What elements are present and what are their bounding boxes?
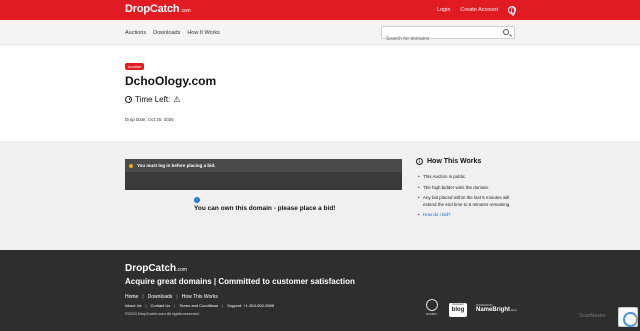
recaptcha-icon[interactable] xyxy=(618,307,638,327)
how-title-text: How This Works xyxy=(427,158,482,165)
footer: DropCatch.com Acquire great domains | Co… xyxy=(0,250,640,331)
nav-item-downloads[interactable]: Downloads xyxy=(153,30,180,36)
time-left: Time Left: ⚠ xyxy=(125,95,180,104)
footer-link-contact[interactable]: Contact Us xyxy=(151,303,171,308)
nav-item-auctions[interactable]: Auctions xyxy=(125,30,146,36)
footer-brand-name: DropCatch xyxy=(125,263,177,274)
create-account-link[interactable]: Create Account xyxy=(460,7,498,13)
how-this-works-title: i How This Works xyxy=(416,158,481,165)
watermark-text: ScanMaster xyxy=(579,313,606,319)
footer-link-home[interactable]: Home xyxy=(125,294,138,300)
own-domain-message: You can own this domain - please place a… xyxy=(194,205,336,212)
login-notice-box: You must log in before placing a bid. xyxy=(125,159,402,190)
footer-brand-suffix: .com xyxy=(176,267,187,273)
list-item: How do I bid? xyxy=(418,212,518,219)
footer-link-terms[interactable]: Terms and Conditions xyxy=(179,303,218,308)
list-item: Any bid placed within the last 5 minutes… xyxy=(418,195,518,208)
login-notice-text: You must log in before placing a bid. xyxy=(137,163,216,168)
footer-link-downloads[interactable]: Downloads xyxy=(148,294,173,300)
alarm-clock-icon xyxy=(125,96,132,103)
alert-dot-icon xyxy=(129,163,133,168)
auction-badge: Auction xyxy=(125,63,145,70)
drop-date: Drop Date: Oct 20, 2025 xyxy=(125,117,174,122)
time-left-label: Time Left: xyxy=(135,95,171,104)
footer-link-about[interactable]: About Us xyxy=(125,303,141,308)
nav-item-how-it-works[interactable]: How It Works xyxy=(187,30,220,36)
list-item: The high bidder wins the domain. xyxy=(418,185,518,192)
footer-support-phone[interactable]: Support: +1-303-502-9598 xyxy=(227,303,274,308)
search-box xyxy=(381,26,515,45)
brand-suffix: .com xyxy=(180,8,191,14)
login-notice-bar: You must log in before placing a bid. xyxy=(125,159,402,172)
footer-tagline: Acquire great domains | Committed to cus… xyxy=(125,277,355,286)
icann-text: ICANN xyxy=(426,312,437,316)
login-link[interactable]: Login xyxy=(437,7,450,13)
brand-name: DropCatch xyxy=(125,3,180,15)
footer-copyright: ©2020 DropCatch.com All rights reserved. xyxy=(125,311,200,316)
how-this-works-list: This Auction is public. The high bidder … xyxy=(418,174,518,223)
globe-icon[interactable] xyxy=(508,6,516,16)
icann-logo[interactable]: ICANN xyxy=(423,299,440,319)
how-do-i-bid-link[interactable]: How do I bid? xyxy=(423,212,451,217)
footer-secondary-links: About Us | Contact Us | Terms and Condit… xyxy=(125,303,275,308)
icann-globe-icon xyxy=(425,299,438,311)
info-circle-icon: i xyxy=(416,158,423,165)
info-icon: i xyxy=(194,197,200,203)
search-input[interactable] xyxy=(382,33,492,45)
namebright-name: NameBright.com xyxy=(476,307,517,313)
search-icon[interactable] xyxy=(503,29,509,35)
domain-title: DchoOlogy.com xyxy=(125,74,217,88)
footer-links: Home | Downloads | How This Works xyxy=(125,294,218,300)
nav-bar: Auctions Downloads How It Works xyxy=(0,20,640,45)
bid-section xyxy=(0,141,640,250)
top-links: Login Create Account xyxy=(437,0,640,20)
warning-icon: ⚠ xyxy=(173,95,181,104)
top-bar: DropCatch.com Login Create Account xyxy=(0,0,640,20)
footer-link-how-this-works[interactable]: How This Works xyxy=(182,294,218,300)
nav-links: Auctions Downloads How It Works xyxy=(125,20,227,45)
list-item: This Auction is public. xyxy=(418,174,518,181)
namebright-logo[interactable]: POWERED BY NameBright.com xyxy=(476,304,517,313)
brand-logo[interactable]: DropCatch.com xyxy=(125,3,191,15)
blog-badge-big: blog xyxy=(451,307,465,313)
footer-logo[interactable]: DropCatch.com xyxy=(125,263,187,274)
blog-badge[interactable]: DropCatch blog xyxy=(449,303,467,317)
